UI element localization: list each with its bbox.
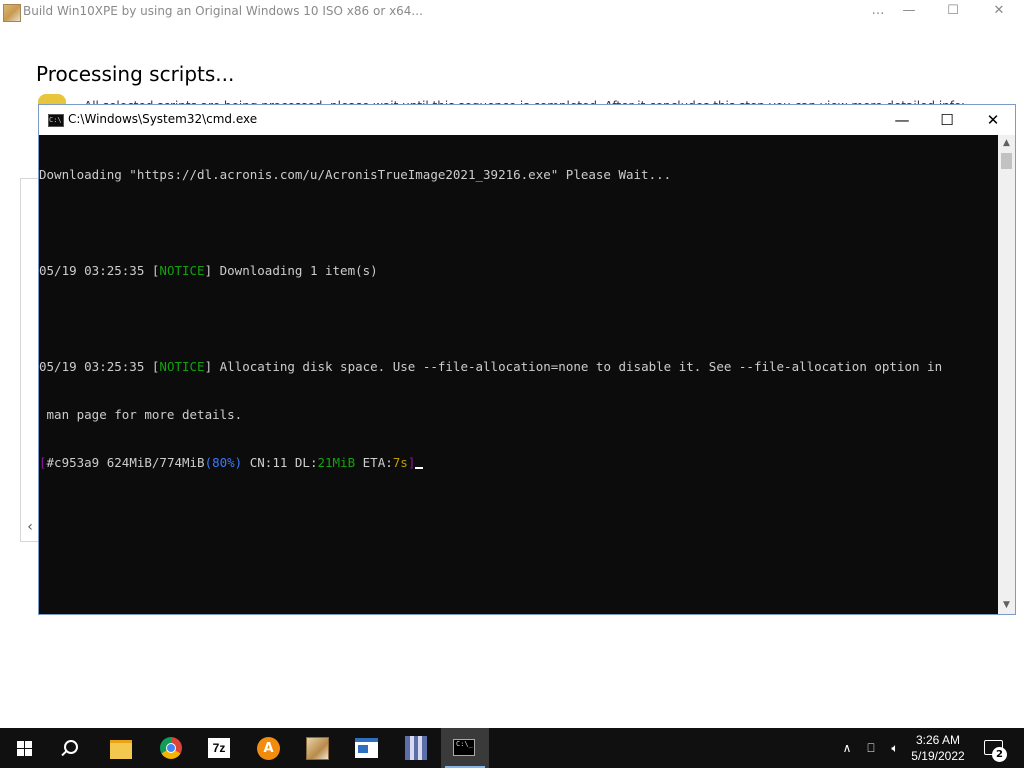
console-output[interactable]: Downloading "https://dl.acronis.com/u/Ac… (39, 135, 999, 614)
bg-minimize-icon[interactable]: — (886, 0, 932, 24)
action-center-button[interactable]: 2 (984, 728, 1014, 768)
cmd-window[interactable]: C:\ C:\Windows\System32\cmd.exe — ☐ ✕ Do… (38, 104, 1016, 615)
progress-eta: 7s (392, 455, 408, 470)
file-explorer-button[interactable] (98, 728, 146, 768)
clock-date: 5/19/2022 (911, 749, 965, 763)
console-line: Downloading "https://dl.acronis.com/u/Ac… (39, 167, 672, 182)
cmd-icon: C:\_ (453, 739, 475, 756)
notice-text: Allocating disk space. Use --file-alloca… (212, 359, 943, 374)
volume-icon[interactable]: 🔈︎ (884, 728, 906, 768)
notification-count-badge: 2 (992, 747, 1007, 762)
split-app-button[interactable] (392, 728, 440, 768)
bg-window-title: Build Win10XPE by using an Original Wind… (23, 4, 423, 18)
chrome-icon (160, 737, 182, 759)
bracket: ] (204, 359, 213, 374)
windows-start-icon (17, 741, 32, 756)
search-button[interactable] (48, 728, 96, 768)
notice-text: Downloading 1 item(s) (212, 263, 378, 278)
notice-tag: NOTICE (159, 263, 205, 278)
windows-app-icon (355, 738, 378, 758)
acronis-button[interactable]: A (245, 728, 293, 768)
scroll-thumb[interactable] (1001, 153, 1012, 169)
scroll-left-icon[interactable]: ‹ (22, 518, 38, 536)
timestamp: 05/19 03:25:35 (39, 359, 152, 374)
start-button[interactable] (0, 728, 48, 768)
taskbar: 7z A C:\_ ∧ ⎕ 🔈︎ 3:26 AM 5/19/2022 2 (0, 728, 1024, 768)
notice-tag: NOTICE (159, 359, 205, 374)
network-icon[interactable]: ⎕ (860, 728, 882, 768)
app-icon (3, 4, 21, 22)
acronis-icon: A (257, 737, 280, 760)
progress-speed: 21MiB (317, 455, 356, 470)
console-line: man page for more details. (39, 407, 243, 422)
win10xpe-builder-button[interactable] (294, 728, 342, 768)
scroll-up-icon[interactable]: ▲ (998, 135, 1015, 152)
7zip-button[interactable]: 7z (196, 728, 244, 768)
text-cursor (415, 467, 424, 469)
progress-connections: CN:11 DL: (242, 455, 318, 470)
7zip-icon: 7z (208, 738, 230, 758)
close-button[interactable]: ✕ (970, 105, 1016, 135)
cmd-window-title: C:\Windows\System32\cmd.exe (68, 112, 258, 126)
page-title: Processing scripts... (36, 62, 235, 86)
minimize-button[interactable]: — (879, 105, 925, 135)
cmd-titlebar[interactable]: C:\ C:\Windows\System32\cmd.exe — ☐ ✕ (39, 105, 1015, 135)
split-app-icon (405, 736, 427, 760)
maximize-button[interactable]: ☐ (924, 105, 970, 135)
bg-titlebar: Build Win10XPE by using an Original Wind… (0, 0, 1024, 24)
console-line: 05/19 03:25:35 [NOTICE] Downloading 1 it… (39, 263, 999, 279)
bracket: ] (204, 263, 213, 278)
clock-time: 3:26 AM (915, 733, 961, 747)
chrome-button[interactable] (147, 728, 195, 768)
bg-close-button[interactable]: ✕ (976, 0, 1022, 24)
cmd-taskbar-button[interactable]: C:\_ (441, 728, 489, 768)
timestamp: 05/19 03:25:35 (39, 263, 152, 278)
progress-size: #c953a9 624MiB/774MiB (46, 455, 205, 470)
bg-maximize-button[interactable]: ☐ (930, 0, 976, 24)
show-hidden-icons-chevron-icon[interactable]: ∧ (838, 728, 856, 768)
console-line: 05/19 03:25:35 [NOTICE] Allocating disk … (39, 359, 999, 375)
windows-app-button[interactable] (343, 728, 391, 768)
bracket: ] (407, 455, 416, 470)
vertical-scrollbar[interactable]: ▲ ▼ (998, 135, 1015, 614)
bracket: [ (39, 455, 47, 470)
win10xpe-builder-icon (306, 737, 329, 760)
scroll-down-icon[interactable]: ▼ (998, 597, 1015, 614)
progress-line: [#c953a9 624MiB/774MiB(80%) CN:11 DL:21M… (39, 455, 999, 471)
search-icon (64, 740, 78, 754)
progress-eta-label: ETA: (355, 455, 393, 470)
cmd-icon: C:\ (48, 114, 64, 127)
progress-percent: (80%) (204, 455, 243, 470)
file-explorer-icon (110, 740, 132, 759)
clock[interactable]: 3:26 AM 5/19/2022 (905, 728, 971, 768)
